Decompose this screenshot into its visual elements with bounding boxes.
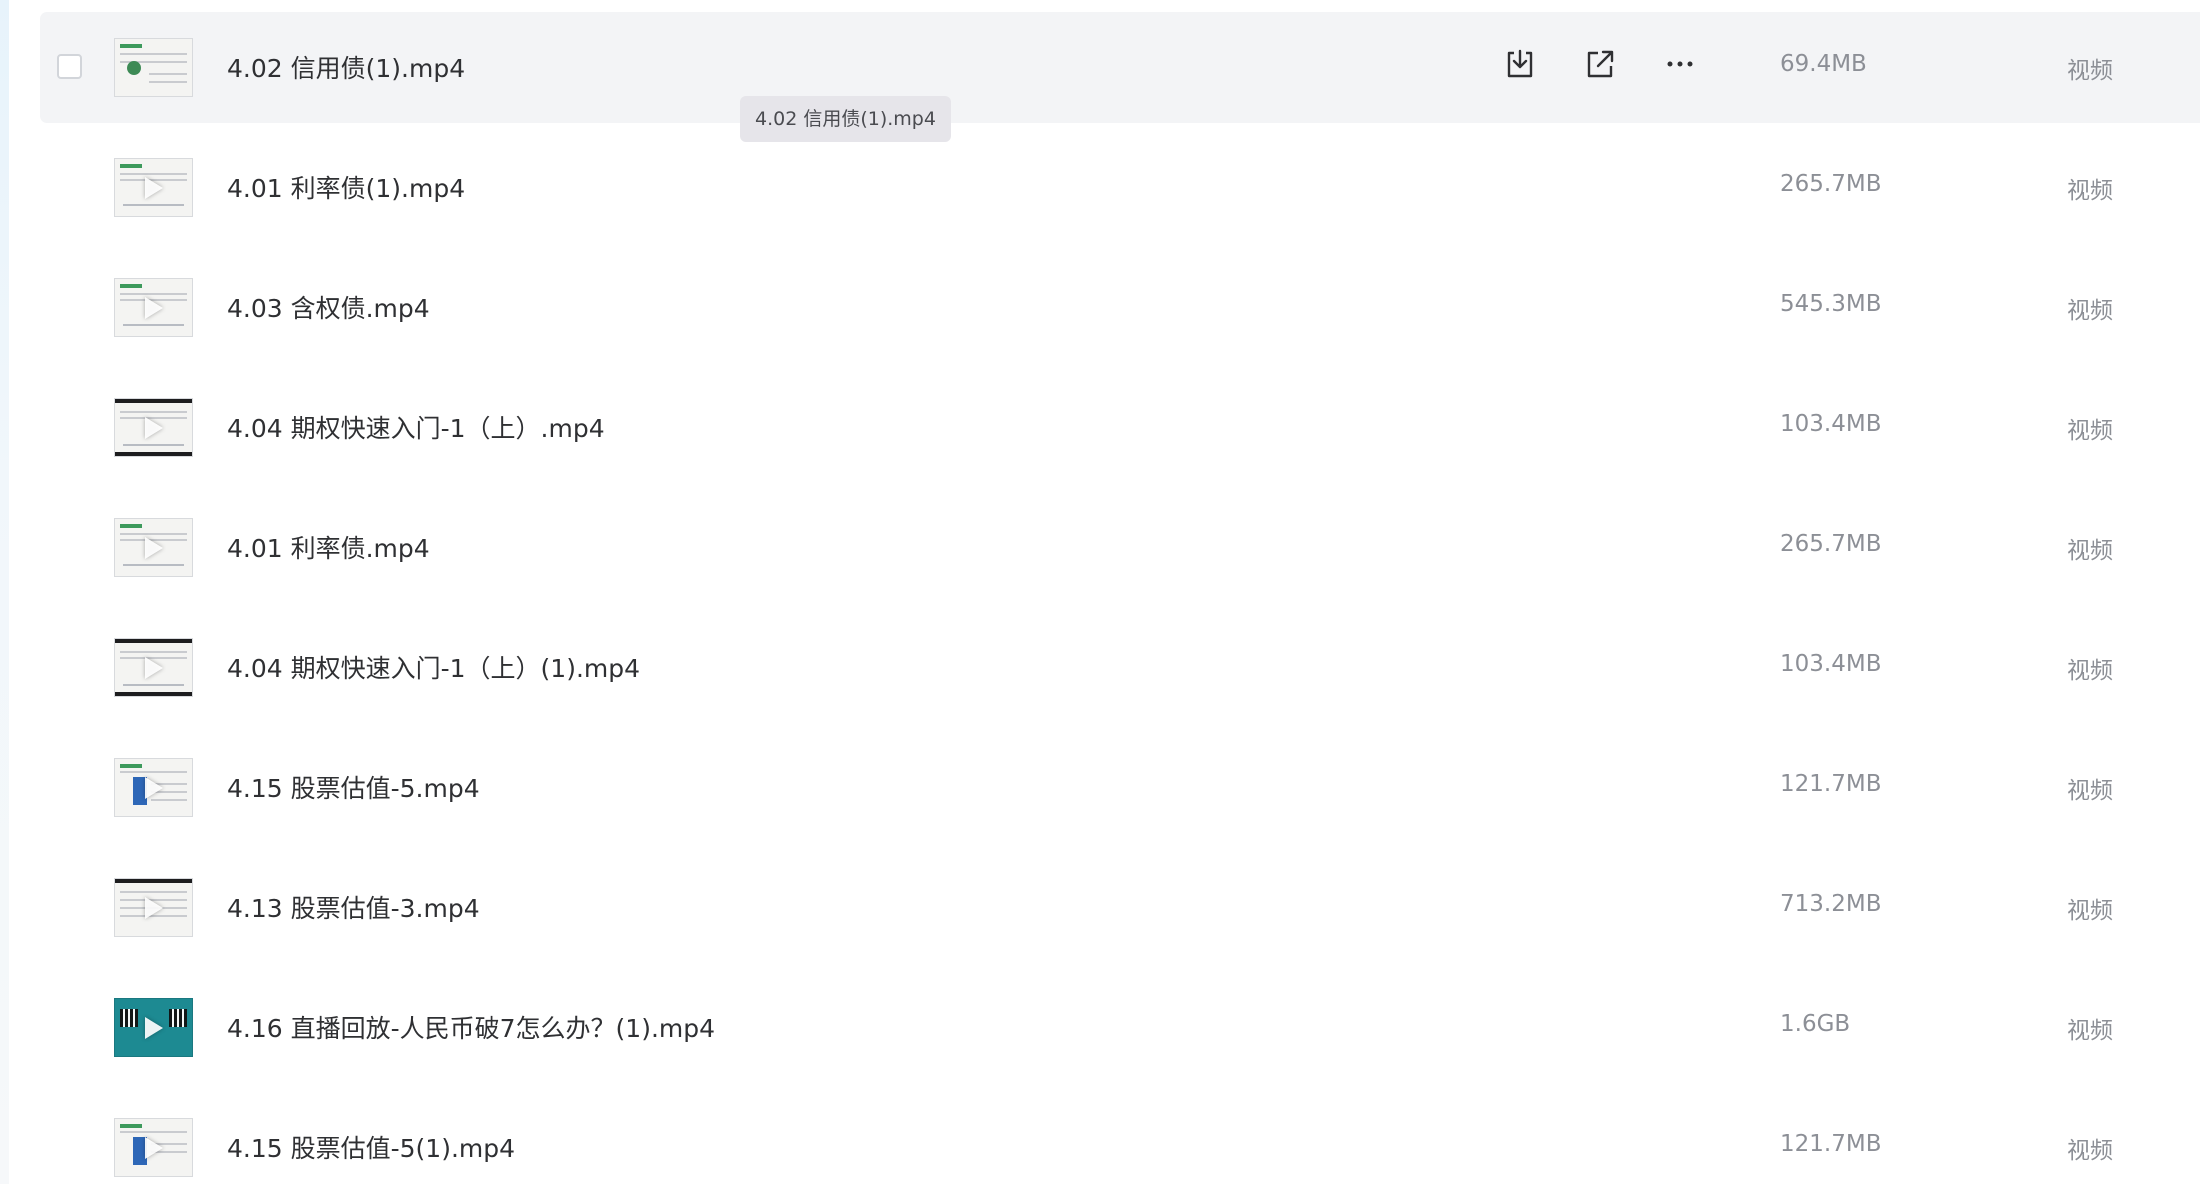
file-type: 视频 bbox=[2067, 1138, 2113, 1164]
video-thumbnail[interactable] bbox=[114, 278, 193, 337]
download-icon bbox=[1507, 49, 1533, 78]
file-size: 265.7MB bbox=[1780, 171, 1882, 197]
file-row[interactable]: 4.01 利率债.mp4 265.7MB 视频 bbox=[40, 492, 2200, 603]
play-icon bbox=[144, 656, 163, 679]
file-row[interactable]: 4.02 信用债(1).mp4 69.4MB 视频 bbox=[40, 12, 2200, 123]
file-size: 265.7MB bbox=[1780, 531, 1882, 557]
video-thumbnail[interactable] bbox=[114, 878, 193, 937]
play-icon bbox=[144, 776, 163, 799]
file-row[interactable]: 4.16 直播回放-人民币破7怎么办？(1).mp4 1.6GB 视频 bbox=[40, 972, 2200, 1083]
play-icon bbox=[144, 1016, 163, 1039]
download-button[interactable] bbox=[1500, 44, 1540, 84]
share-button[interactable] bbox=[1580, 44, 1620, 84]
play-icon bbox=[144, 1136, 163, 1159]
file-size: 545.3MB bbox=[1780, 291, 1882, 317]
file-size: 69.4MB bbox=[1780, 51, 1867, 77]
video-thumbnail[interactable] bbox=[114, 398, 193, 457]
video-thumbnail[interactable] bbox=[114, 998, 193, 1057]
video-thumbnail[interactable] bbox=[114, 758, 193, 817]
file-size: 103.4MB bbox=[1780, 651, 1882, 677]
play-icon bbox=[144, 896, 163, 919]
file-type: 视频 bbox=[2067, 778, 2113, 804]
file-name[interactable]: 4.01 利率债.mp4 bbox=[227, 529, 430, 565]
play-icon bbox=[144, 296, 163, 319]
file-name[interactable]: 4.16 直播回放-人民币破7怎么办？(1).mp4 bbox=[227, 1009, 715, 1045]
file-type: 视频 bbox=[2067, 418, 2113, 444]
play-icon bbox=[144, 416, 163, 439]
video-thumbnail[interactable] bbox=[114, 518, 193, 577]
left-sidebar-edge bbox=[0, 0, 9, 1184]
file-row[interactable]: 4.15 股票估值-5.mp4 121.7MB 视频 bbox=[40, 732, 2200, 843]
file-type: 视频 bbox=[2067, 1018, 2113, 1044]
file-type: 视频 bbox=[2067, 58, 2113, 84]
file-row[interactable]: 4.04 期权快速入门-1（上）.mp4 103.4MB 视频 bbox=[40, 372, 2200, 483]
play-icon bbox=[144, 176, 163, 199]
file-type: 视频 bbox=[2067, 898, 2113, 924]
video-thumbnail[interactable] bbox=[114, 1118, 193, 1177]
share-icon bbox=[1587, 50, 1614, 78]
more-icon bbox=[1667, 61, 1693, 67]
file-name[interactable]: 4.04 期权快速入门-1（上）(1).mp4 bbox=[227, 649, 640, 685]
file-row[interactable]: 4.13 股票估值-3.mp4 713.2MB 视频 bbox=[40, 852, 2200, 963]
file-name[interactable]: 4.03 含权债.mp4 bbox=[227, 289, 430, 325]
video-thumbnail[interactable] bbox=[114, 38, 193, 97]
file-size: 1.6GB bbox=[1780, 1011, 1851, 1037]
row-checkbox[interactable] bbox=[57, 54, 82, 79]
play-icon bbox=[144, 536, 163, 559]
file-row[interactable]: 4.04 期权快速入门-1（上）(1).mp4 103.4MB 视频 bbox=[40, 612, 2200, 723]
file-name[interactable]: 4.15 股票估值-5.mp4 bbox=[227, 769, 480, 805]
file-type: 视频 bbox=[2067, 658, 2113, 684]
file-size: 713.2MB bbox=[1780, 891, 1882, 917]
file-name[interactable]: 4.01 利率债(1).mp4 bbox=[227, 169, 465, 205]
file-name[interactable]: 4.15 股票估值-5(1).mp4 bbox=[227, 1129, 515, 1165]
video-thumbnail[interactable] bbox=[114, 638, 193, 697]
file-type: 视频 bbox=[2067, 178, 2113, 204]
file-name[interactable]: 4.13 股票估值-3.mp4 bbox=[227, 889, 480, 925]
file-size: 103.4MB bbox=[1780, 411, 1882, 437]
file-row[interactable]: 4.03 含权债.mp4 545.3MB 视频 bbox=[40, 252, 2200, 363]
video-thumbnail[interactable] bbox=[114, 158, 193, 217]
filename-tooltip: 4.02 信用债(1).mp4 bbox=[740, 96, 951, 142]
file-row[interactable]: 4.15 股票估值-5(1).mp4 121.7MB 视频 bbox=[40, 1092, 2200, 1203]
file-type: 视频 bbox=[2067, 538, 2113, 564]
file-name[interactable]: 4.02 信用债(1).mp4 bbox=[227, 49, 465, 85]
more-button[interactable] bbox=[1660, 44, 1700, 84]
file-name[interactable]: 4.04 期权快速入门-1（上）.mp4 bbox=[227, 409, 605, 445]
file-size: 121.7MB bbox=[1780, 1131, 1882, 1157]
file-row[interactable]: 4.01 利率债(1).mp4 265.7MB 视频 bbox=[40, 132, 2200, 243]
file-size: 121.7MB bbox=[1780, 771, 1882, 797]
file-type: 视频 bbox=[2067, 298, 2113, 324]
